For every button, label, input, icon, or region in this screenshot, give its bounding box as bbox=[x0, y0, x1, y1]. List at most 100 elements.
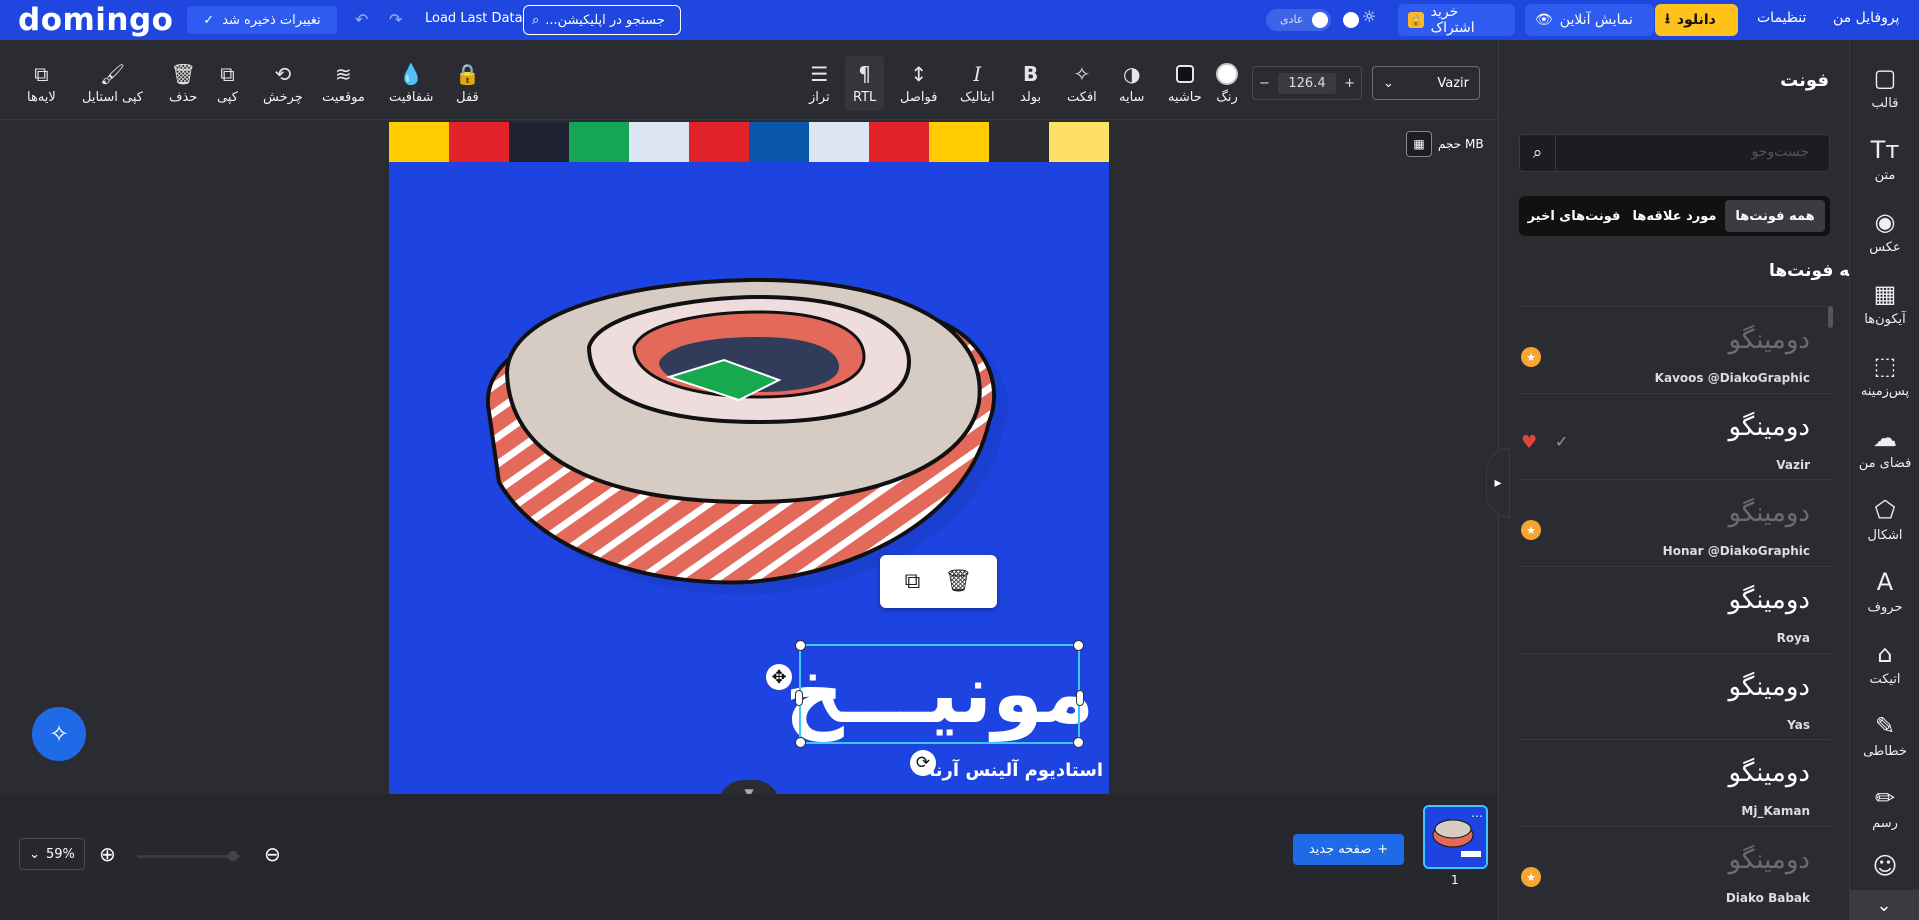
border-tool[interactable]: حاشیه bbox=[1168, 62, 1202, 105]
font-search-input[interactable]: ⌕ جست‌وجو bbox=[1519, 134, 1830, 172]
color-tool[interactable]: رنگ bbox=[1216, 62, 1238, 105]
position-tool[interactable]: ≋ موقعیت bbox=[322, 62, 365, 105]
text-selection-box[interactable] bbox=[795, 640, 1084, 748]
rotate-label: چرخش bbox=[263, 90, 303, 105]
magic-wand-icon: ✧ bbox=[1073, 62, 1091, 86]
move-icon[interactable]: ✥ bbox=[766, 664, 792, 690]
sidebar-item-emoji[interactable]: ☺ bbox=[1850, 852, 1919, 884]
sidebar-item[interactable]: Tт متن bbox=[1850, 136, 1919, 183]
toggle-label: عادی bbox=[1280, 13, 1304, 26]
font-sample: دومینگو bbox=[1728, 672, 1810, 702]
resize-handle[interactable] bbox=[795, 690, 803, 706]
more-options-icon[interactable]: ⋯ bbox=[1471, 809, 1483, 823]
copy-style-tool[interactable]: 🖌 کپی استایل bbox=[82, 62, 143, 105]
search-icon[interactable]: ⌕ bbox=[1520, 135, 1556, 171]
tab-favorites[interactable]: مورد علاقه‌ها bbox=[1627, 200, 1722, 232]
copy-icon: ⧉ bbox=[220, 62, 235, 86]
delete-tool[interactable]: 🗑 حذف bbox=[169, 62, 197, 105]
mode-toggle[interactable]: عادی bbox=[1266, 9, 1331, 31]
sidebar-item[interactable]: ✏ رسم bbox=[1850, 784, 1919, 831]
rotate-tool[interactable]: ⟲ چرخش bbox=[263, 62, 303, 105]
tab-all-fonts[interactable]: همه فونت‌ها bbox=[1725, 200, 1825, 232]
zoom-slider[interactable] bbox=[137, 855, 241, 858]
sidebar-item[interactable]: ⬠ اشکال bbox=[1850, 496, 1919, 543]
copy-tool[interactable]: ⧉ کپی bbox=[217, 62, 238, 105]
sidebar-item[interactable]: A حروف bbox=[1850, 568, 1919, 615]
font-list-item[interactable]: دومینگو Yas bbox=[1519, 653, 1830, 739]
sidebar-item-label: رسم bbox=[1872, 816, 1898, 831]
app-search-input[interactable]: ⌕ جستجو در اپلیکیشن... bbox=[523, 5, 681, 35]
font-list-item[interactable]: دومینگو Roya bbox=[1519, 566, 1830, 652]
font-list-item[interactable]: دومینگو Mj_Kaman bbox=[1519, 739, 1830, 825]
font-list-item[interactable]: دومینگو Diako Babak ★ bbox=[1519, 826, 1830, 912]
check-icon: ✓ bbox=[203, 12, 215, 28]
zoom-select[interactable]: ⌄ 59% bbox=[19, 838, 85, 870]
font-family-select[interactable]: ⌄ Vazir bbox=[1372, 66, 1480, 100]
calculator-icon[interactable]: ▦ bbox=[1406, 131, 1432, 157]
duplicate-icon[interactable]: ⧉ bbox=[905, 569, 921, 594]
domingo-logo[interactable]: domingo bbox=[18, 2, 173, 38]
magic-wand-button[interactable]: ✧ bbox=[32, 707, 86, 761]
scroll-down-icon[interactable]: ⌄ bbox=[1849, 890, 1919, 920]
sidebar-item[interactable]: ☁ فضای من bbox=[1850, 424, 1919, 471]
font-size-value[interactable]: 126.4 bbox=[1278, 72, 1336, 94]
color-stripe bbox=[689, 122, 749, 162]
trash-icon[interactable]: 🗑 bbox=[944, 569, 972, 594]
tab-recent-fonts[interactable]: فونت‌های اخیر bbox=[1524, 200, 1624, 232]
font-size-stepper[interactable]: − 126.4 + bbox=[1252, 66, 1362, 100]
save-status-label: تغییرات ذخیره شد bbox=[222, 12, 321, 28]
font-list-item[interactable]: دومینگو Kavoos @DiakoGraphic ★ bbox=[1519, 306, 1830, 392]
download-button[interactable]: ⭳ دانلود bbox=[1655, 4, 1738, 36]
settings-link[interactable]: تنظیمات bbox=[1757, 10, 1806, 26]
buy-subscription-button[interactable]: 🔒 خرید اشتراک bbox=[1398, 4, 1515, 36]
sidebar-item[interactable]: ◉ عکس bbox=[1850, 208, 1919, 255]
tool-sidebar: ▢ قالب Tт متن ◉ عکس ▦ آیکون‌ها ⬚ پس‌زمینه ☁ فضای من… bbox=[1849, 40, 1919, 920]
zoom-out-icon[interactable]: ⊖ bbox=[264, 842, 281, 866]
collapse-panel-button[interactable]: ▸ bbox=[1486, 448, 1510, 518]
design-artboard[interactable]: مونیـــخ استادیوم آلینس آرنا bbox=[389, 122, 1109, 794]
color-stripe bbox=[389, 122, 449, 162]
resize-handle[interactable] bbox=[795, 737, 806, 748]
sidebar-item[interactable]: ▦ آیکون‌ها bbox=[1850, 280, 1919, 327]
profile-link[interactable]: پروفایل من bbox=[1833, 10, 1899, 26]
save-status-button[interactable]: ✓ تغییرات ذخیره شد bbox=[187, 6, 337, 34]
page-thumbnail[interactable]: ⋯ bbox=[1423, 805, 1488, 869]
online-view-button[interactable]: 👁 نمایش آنلاین bbox=[1525, 4, 1654, 36]
resize-handle[interactable] bbox=[1073, 737, 1084, 748]
font-list-item[interactable]: دومینگو Honar @DiakoGraphic ★ bbox=[1519, 479, 1830, 565]
new-page-button[interactable]: صفحه جدید + bbox=[1293, 834, 1404, 865]
shadow-tool[interactable]: ◑ سایه bbox=[1119, 62, 1144, 105]
spacing-tool[interactable]: ↕ فواصل bbox=[900, 62, 937, 105]
font-list-item[interactable]: دومینگو Vazir ♥ ✓ bbox=[1519, 393, 1830, 479]
calligraphy-icon: ✎ bbox=[1874, 712, 1896, 740]
lock-tool[interactable]: 🔒 قفل bbox=[455, 62, 480, 105]
undo-icon[interactable]: ↶ bbox=[355, 10, 368, 29]
sidebar-item[interactable]: ⌂ اتیکت bbox=[1850, 640, 1919, 687]
bold-tool[interactable]: B بولد bbox=[1020, 62, 1041, 105]
load-last-data-button[interactable]: Load Last Data bbox=[425, 11, 523, 26]
rtl-tool[interactable]: ¶ RTL bbox=[845, 56, 885, 111]
plus-icon[interactable]: + bbox=[1344, 76, 1355, 91]
sidebar-item[interactable]: ✎ خطاطی bbox=[1850, 712, 1919, 759]
layers-tool[interactable]: ⧉ لایه‌ها bbox=[27, 62, 56, 105]
resize-handle[interactable] bbox=[795, 640, 806, 651]
sidebar-item[interactable]: ▢ قالب bbox=[1850, 64, 1919, 111]
lock-icon: 🔒 bbox=[1408, 12, 1424, 28]
font-name: Mj_Kaman bbox=[1741, 804, 1810, 818]
subline-text[interactable]: استادیوم آلینس آرنا bbox=[929, 760, 1103, 781]
sidebar-item-label: خطاطی bbox=[1863, 744, 1907, 759]
zoom-in-icon[interactable]: ⊕ bbox=[99, 842, 116, 866]
rotate-handle-icon[interactable]: ⟳ bbox=[910, 750, 936, 776]
minus-icon[interactable]: − bbox=[1259, 76, 1270, 91]
sidebar-item[interactable]: ⬚ پس‌زمینه bbox=[1850, 352, 1919, 399]
eye-icon: 👁 bbox=[1535, 12, 1553, 28]
align-tool[interactable]: ☰ تراز bbox=[809, 62, 830, 105]
opacity-tool[interactable]: 💧 شفافیت bbox=[389, 62, 433, 105]
heart-icon[interactable]: ♥ bbox=[1521, 432, 1537, 453]
resize-handle[interactable] bbox=[1076, 690, 1084, 706]
italic-tool[interactable]: I ایتالیک bbox=[960, 62, 995, 105]
effect-tool[interactable]: ✧ افکت bbox=[1067, 62, 1097, 105]
resize-handle[interactable] bbox=[1073, 640, 1084, 651]
zoom-slider-thumb[interactable] bbox=[228, 851, 238, 861]
redo-icon[interactable]: ↷ bbox=[389, 10, 402, 29]
